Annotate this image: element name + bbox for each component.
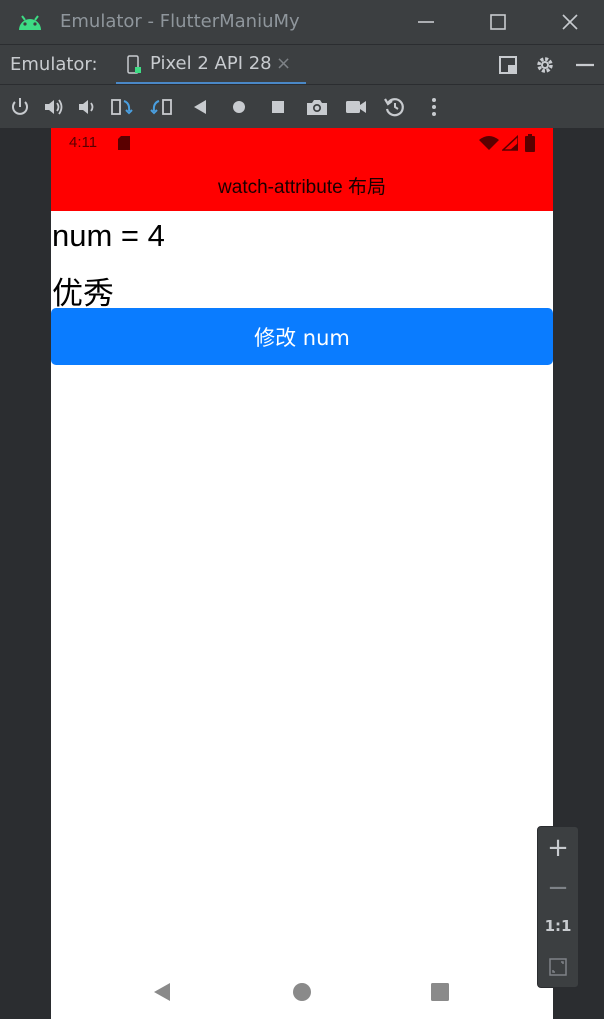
fit-screen-icon[interactable] bbox=[548, 957, 568, 977]
battery-icon bbox=[525, 134, 535, 152]
window-titlebar: Emulator - FlutterManiuMy bbox=[0, 0, 604, 44]
android-status-bar: 4:11 bbox=[51, 128, 553, 158]
nav-back-icon[interactable] bbox=[151, 981, 173, 1003]
device-icon bbox=[127, 55, 141, 74]
emulator-tab-toolbar: Emulator: Pixel 2 API 28 × bbox=[0, 44, 604, 85]
actual-size-button[interactable]: 1:1 bbox=[538, 917, 578, 935]
close-window-button[interactable] bbox=[558, 10, 582, 34]
back-icon[interactable] bbox=[188, 95, 212, 119]
minimize-window-button[interactable] bbox=[414, 10, 438, 34]
volume-up-icon[interactable] bbox=[42, 95, 66, 119]
close-tab-icon[interactable]: × bbox=[276, 53, 291, 74]
status-time: 4:11 bbox=[69, 134, 98, 151]
nav-home-icon[interactable] bbox=[290, 980, 314, 1004]
grade-text: 优秀 bbox=[52, 276, 114, 312]
snapshot-icon[interactable] bbox=[383, 95, 407, 119]
android-nav-bar bbox=[51, 968, 553, 1019]
device-screen: 4:11 watch-attribute 布局 num = 4 优秀 修改 nu… bbox=[51, 128, 553, 1019]
maximize-window-button[interactable] bbox=[486, 10, 510, 34]
sd-card-icon bbox=[118, 136, 130, 150]
app-bar-title: watch-attribute 布局 bbox=[218, 177, 386, 198]
zoom-controls: + − 1:1 bbox=[537, 826, 579, 988]
camera-icon[interactable] bbox=[305, 95, 329, 119]
nav-recents-icon[interactable] bbox=[429, 981, 451, 1003]
power-icon[interactable] bbox=[8, 95, 32, 119]
signal-icon bbox=[502, 135, 518, 151]
rotate-right-icon[interactable] bbox=[149, 95, 173, 119]
emulator-controls-toolbar bbox=[0, 84, 604, 128]
wifi-icon bbox=[479, 136, 499, 150]
home-icon[interactable] bbox=[227, 95, 251, 119]
window-layout-icon[interactable] bbox=[496, 53, 520, 77]
overview-icon[interactable] bbox=[266, 95, 290, 119]
zoom-in-button[interactable]: + bbox=[538, 833, 578, 863]
modify-num-button[interactable]: 修改 num bbox=[51, 308, 553, 365]
gear-icon[interactable] bbox=[533, 53, 557, 77]
tab-label: Pixel 2 API 28 bbox=[150, 53, 272, 74]
more-options-icon[interactable] bbox=[422, 95, 446, 119]
zoom-out-button[interactable]: − bbox=[538, 873, 578, 903]
screenrecord-icon[interactable] bbox=[344, 95, 368, 119]
emulator-label: Emulator: bbox=[10, 54, 98, 75]
rotate-left-icon[interactable] bbox=[110, 95, 134, 119]
android-logo-icon bbox=[19, 15, 41, 30]
tab-pixel-2[interactable]: Pixel 2 API 28 × bbox=[116, 45, 306, 85]
app-bar: watch-attribute 布局 bbox=[51, 158, 553, 211]
volume-down-icon[interactable] bbox=[75, 95, 99, 119]
window-title: Emulator - FlutterManiuMy bbox=[60, 11, 300, 32]
hide-panel-icon[interactable] bbox=[573, 53, 597, 77]
num-value-text: num = 4 bbox=[52, 218, 165, 253]
